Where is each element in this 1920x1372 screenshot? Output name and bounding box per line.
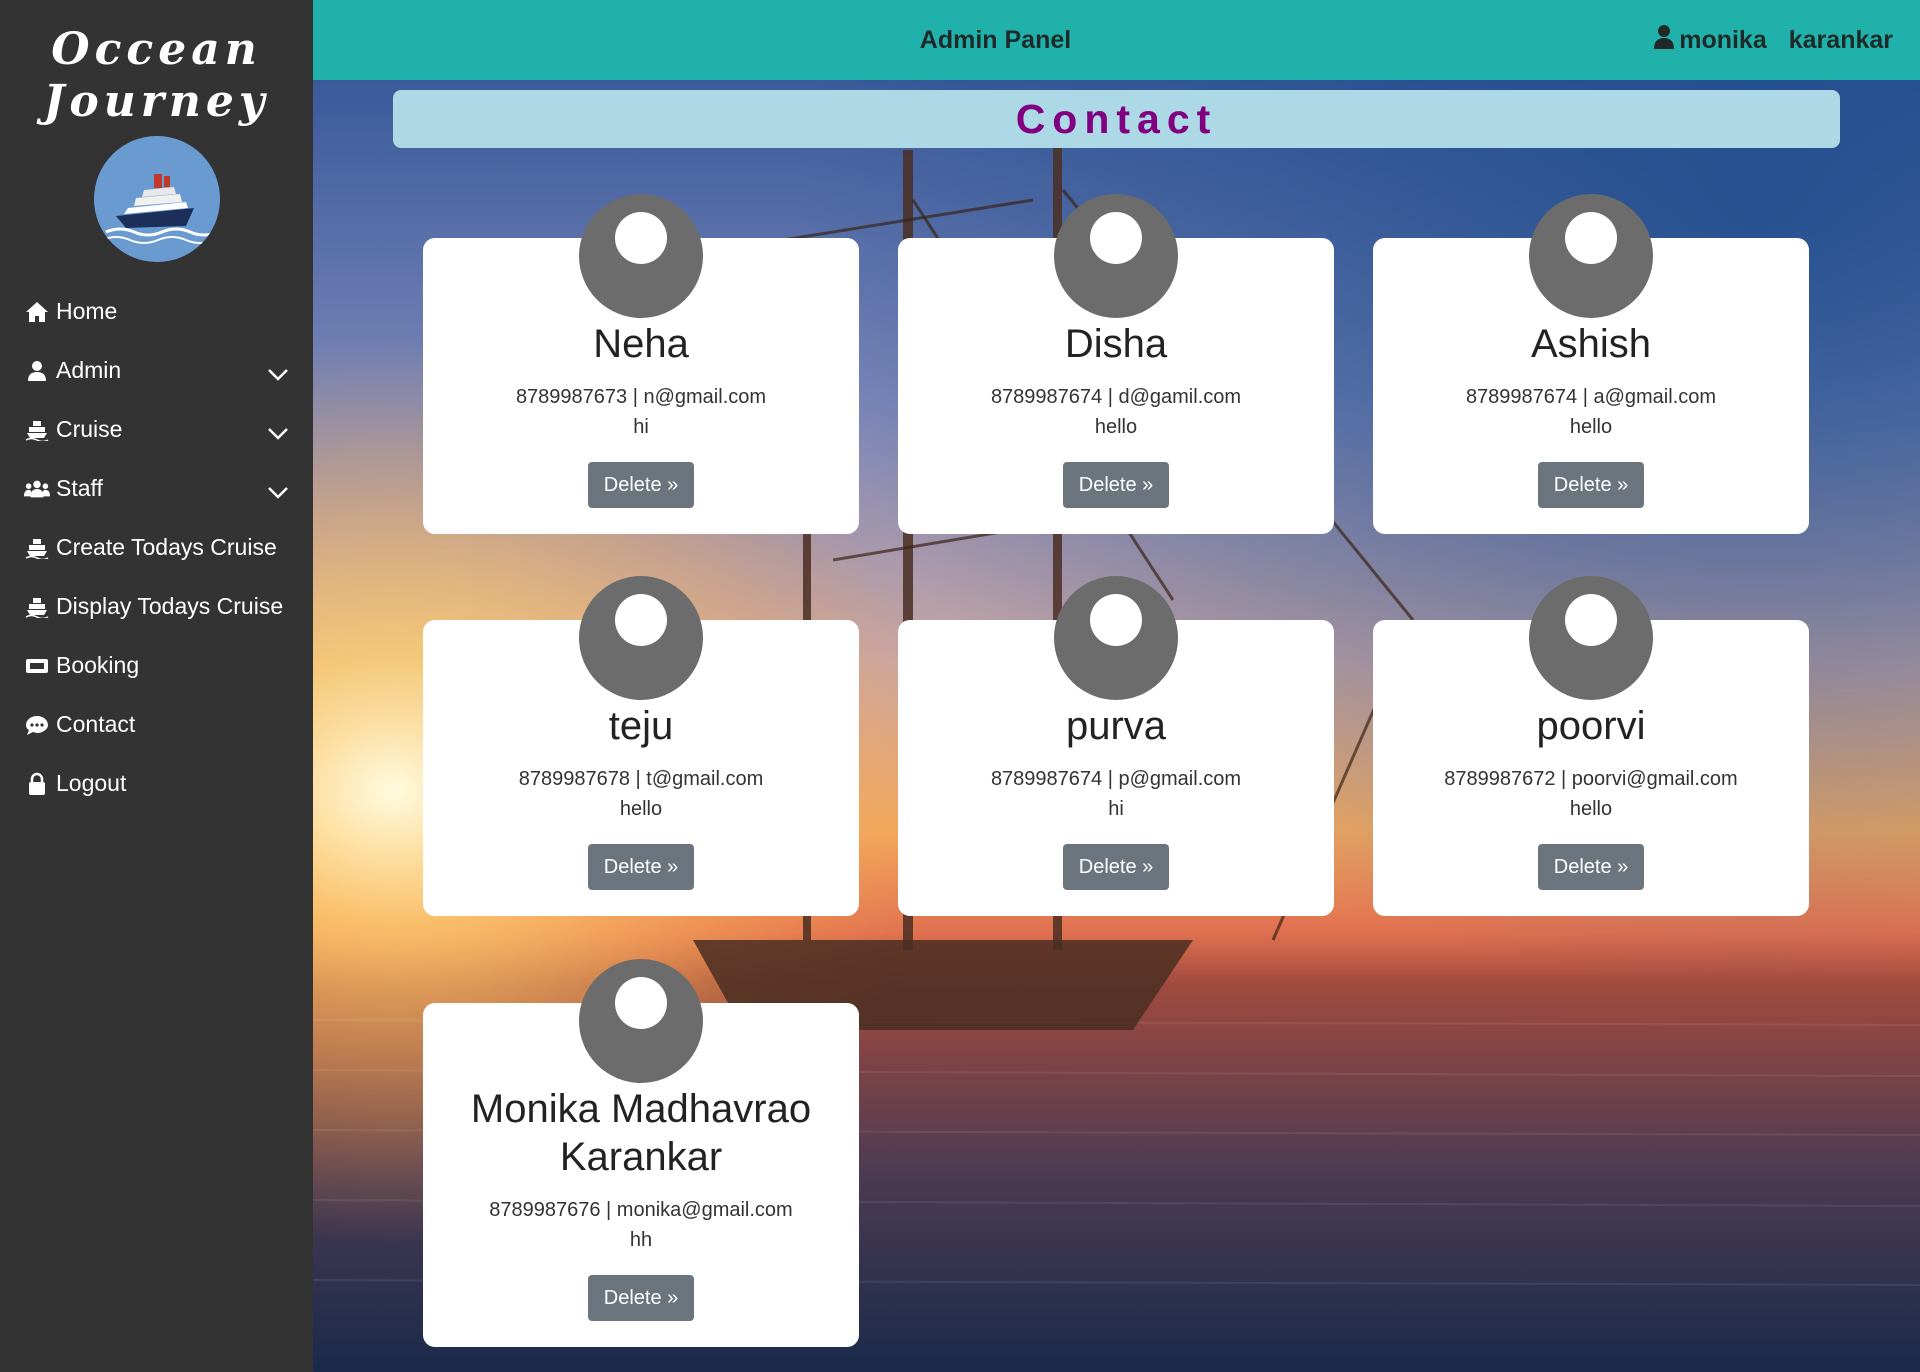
brand: Occean Journey: [0, 0, 313, 262]
page-title: Contact: [393, 90, 1840, 148]
contact-card: Monika Madhavrao Karankar 8789987676 | m…: [423, 959, 859, 1347]
contact-message: hi: [1108, 798, 1124, 820]
sidebar-item-logout[interactable]: Logout: [0, 754, 313, 813]
sidebar-item-label: Booking: [56, 652, 140, 678]
sidebar-item-display-todays-cruise[interactable]: Display Todays Cruise: [0, 577, 313, 636]
sidebar-item-label: Cruise: [56, 416, 123, 442]
brand-title-line2: Journey: [43, 76, 270, 127]
contact-phone-email: 8789987672 | poorvi@gmail.com: [1444, 768, 1738, 790]
contact-name: Disha: [1064, 322, 1168, 366]
header-user-first-name: monika: [1679, 26, 1767, 54]
chevron-down-icon[interactable]: [267, 479, 289, 506]
users-icon: [24, 477, 50, 501]
cruise-ship-logo: [93, 136, 220, 262]
contact-message: hh: [629, 1229, 653, 1251]
contact-phone-email: 8789987673 | n@gmail.com: [515, 386, 767, 408]
avatar-icon: [1054, 576, 1178, 700]
contact-message: hello: [1569, 798, 1613, 820]
contact-card: Disha 8789987674 | d@gamil.com hello Del…: [898, 194, 1334, 534]
sidebar-item-create-todays-cruise[interactable]: Create Todays Cruise: [0, 518, 313, 577]
sidebar-item-contact[interactable]: Contact: [0, 695, 313, 754]
brand-title-line1: Occean: [51, 24, 262, 75]
avatar-icon: [579, 959, 703, 1083]
contact-name: teju: [608, 704, 674, 748]
avatar-icon: [579, 576, 703, 700]
home-icon: [24, 300, 50, 324]
contact-phone-email: 8789987674 | a@gmail.com: [1465, 386, 1717, 408]
ship-icon: [24, 595, 50, 619]
ship-icon: [24, 418, 50, 442]
ship-icon: [24, 536, 50, 560]
lock-icon: [24, 772, 50, 796]
contact-message: hello: [1094, 416, 1138, 438]
contact-name: Ashish: [1530, 322, 1652, 366]
sidebar-item-admin[interactable]: Admin: [0, 341, 313, 400]
ticket-icon: [24, 654, 50, 678]
sidebar-item-label: Create Todays Cruise: [56, 534, 277, 560]
sidebar-item-label: Admin: [56, 357, 122, 383]
chevron-down-icon[interactable]: [267, 420, 289, 447]
header-title: Admin Panel: [919, 26, 1072, 54]
sidebar: Occean Journey Home Admin Cruise Staff C…: [0, 0, 313, 1372]
avatar-icon: [1054, 194, 1178, 318]
sidebar-item-booking[interactable]: Booking: [0, 636, 313, 695]
delete-button[interactable]: Delete »: [587, 1275, 695, 1321]
delete-button[interactable]: Delete »: [1537, 844, 1645, 890]
sidebar-item-label: Staff: [56, 475, 103, 501]
contact-phone-email: 8789987674 | d@gamil.com: [990, 386, 1242, 408]
delete-button[interactable]: Delete »: [587, 462, 695, 508]
sidebar-item-home[interactable]: Home: [0, 282, 313, 341]
contact-card: poorvi 8789987672 | poorvi@gmail.com hel…: [1373, 576, 1809, 916]
user-icon: [1653, 24, 1675, 57]
sidebar-item-label: Logout: [56, 770, 127, 796]
chevron-down-icon[interactable]: [267, 361, 289, 388]
contact-name: purva: [1065, 704, 1167, 748]
avatar-icon: [579, 194, 703, 318]
contact-name: Neha: [593, 322, 689, 366]
user-icon: [24, 359, 50, 383]
contact-phone-email: 8789987674 | p@gmail.com: [990, 768, 1242, 790]
delete-button[interactable]: Delete »: [1062, 844, 1170, 890]
sidebar-nav: Home Admin Cruise Staff Create Todays Cr…: [0, 282, 313, 813]
delete-button[interactable]: Delete »: [1537, 462, 1645, 508]
contact-name: poorvi: [1536, 704, 1646, 748]
contact-phone-email: 8789987676 | monika@gmail.com: [489, 1199, 793, 1221]
main-content: Contact Neha 8789987673 | n@gmail.com hi…: [313, 80, 1920, 1372]
delete-button[interactable]: Delete »: [587, 844, 695, 890]
contact-message: hello: [619, 798, 663, 820]
sidebar-item-label: Contact: [56, 711, 136, 737]
contact-phone-email: 8789987678 | t@gmail.com: [518, 768, 764, 790]
contact-name: Monika Madhavrao Karankar: [470, 1087, 812, 1179]
contact-message: hi: [633, 416, 649, 438]
contact-card: Neha 8789987673 | n@gmail.com hi Delete …: [423, 194, 859, 534]
header-user-last-name: karankar: [1788, 26, 1893, 54]
sidebar-item-cruise[interactable]: Cruise: [0, 400, 313, 459]
top-header: Admin Panel monika karankar: [313, 0, 1920, 80]
header-user[interactable]: monika karankar: [1653, 24, 1893, 57]
delete-button[interactable]: Delete »: [1062, 462, 1170, 508]
sidebar-item-label: Display Todays Cruise: [56, 593, 284, 619]
contact-message: hello: [1569, 416, 1613, 438]
avatar-icon: [1529, 576, 1653, 700]
sidebar-item-label: Home: [56, 298, 118, 324]
sidebar-item-staff[interactable]: Staff: [0, 459, 313, 518]
contact-card: teju 8789987678 | t@gmail.com hello Dele…: [423, 576, 859, 916]
chat-icon: [24, 713, 50, 737]
contact-card: Ashish 8789987674 | a@gmail.com hello De…: [1373, 194, 1809, 534]
avatar-icon: [1529, 194, 1653, 318]
contact-card: purva 8789987674 | p@gmail.com hi Delete…: [898, 576, 1334, 916]
